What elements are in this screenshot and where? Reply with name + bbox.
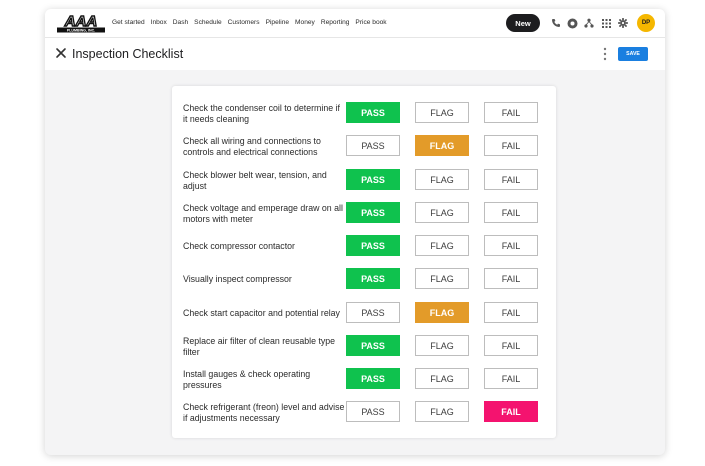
checklist-row: Check compressor contactor PASS FLAG FAIL [172, 230, 556, 263]
pass-button[interactable]: PASS [346, 102, 400, 123]
nav-item-price-book[interactable]: Price book [355, 19, 386, 26]
checklist-card: Check the condenser coil to determine if… [172, 86, 556, 438]
close-icon[interactable] [55, 47, 67, 59]
checklist-row: Check the condenser coil to determine if… [172, 97, 556, 130]
logo-text: AAA [64, 13, 98, 30]
checklist-item-text: Install gauges & check operating pressur… [183, 368, 311, 391]
checklist-row: Replace air filter of clean reusable typ… [172, 330, 556, 363]
checklist-row: Install gauges & check operating pressur… [172, 363, 556, 396]
pass-button[interactable]: PASS [346, 135, 400, 156]
flag-button[interactable]: FLAG [415, 268, 469, 289]
checklist-item-text: Check compressor contactor [183, 241, 295, 252]
top-navbar: AAA PLUMBING, INC. Get started Inbox Dash S… [45, 9, 665, 38]
flag-button[interactable]: FLAG [415, 169, 469, 190]
fail-button[interactable]: FAIL [484, 135, 538, 156]
main-nav: Get started Inbox Dash Schedule Customers Pip… [112, 19, 387, 26]
checklist-item-text: Check blower belt wear, tension, and adj… [183, 169, 327, 192]
flag-button[interactable]: FLAG [415, 235, 469, 256]
checklist-item-text: Check the condenser coil to determine if… [183, 102, 340, 125]
pass-button[interactable]: PASS [346, 268, 400, 289]
pass-button[interactable]: PASS [346, 235, 400, 256]
flag-button[interactable]: FLAG [415, 368, 469, 389]
fail-button[interactable]: FAIL [484, 202, 538, 223]
pass-button[interactable]: PASS [346, 368, 400, 389]
phone-icon[interactable] [550, 17, 562, 29]
flag-button[interactable]: FLAG [415, 302, 469, 323]
fail-button[interactable]: FAIL [484, 401, 538, 422]
save-button[interactable]: SAVE [618, 47, 648, 61]
checklist-row: Check start capacitor and potential rela… [172, 297, 556, 330]
fail-button[interactable]: FAIL [484, 335, 538, 356]
checklist-item-text: Check voltage and emperage draw on all m… [183, 202, 343, 225]
nav-item-money[interactable]: Money [295, 19, 315, 26]
pass-button[interactable]: PASS [346, 335, 400, 356]
checklist-item-text: Visually inspect compressor [183, 274, 292, 285]
checklist-item-text: Check all wiring and connections to cont… [183, 135, 321, 158]
checklist-item-text: Check refrigerant (freon) level and advi… [183, 401, 345, 424]
flag-button[interactable]: FLAG [415, 102, 469, 123]
network-icon[interactable] [583, 17, 595, 29]
nav-item-dash[interactable]: Dash [173, 19, 188, 26]
fail-button[interactable]: FAIL [484, 169, 538, 190]
nav-item-inbox[interactable]: Inbox [151, 19, 167, 26]
pass-button[interactable]: PASS [346, 401, 400, 422]
checklist-row: Check refrigerant (freon) level and advi… [172, 396, 556, 429]
fail-button[interactable]: FAIL [484, 102, 538, 123]
checklist-item-text: Check start capacitor and potential rela… [183, 308, 340, 319]
nav-item-reporting[interactable]: Reporting [321, 19, 350, 26]
app-window: AAA PLUMBING, INC. Get started Inbox Dash S… [45, 9, 665, 455]
pass-button[interactable]: PASS [346, 169, 400, 190]
nav-item-customers[interactable]: Customers [228, 19, 260, 26]
checklist-row: Check voltage and emperage draw on all m… [172, 197, 556, 230]
page-title: Inspection Checklist [72, 47, 184, 61]
fail-button[interactable]: FAIL [484, 235, 538, 256]
new-button[interactable]: New [506, 14, 540, 32]
grid-icon[interactable] [600, 17, 612, 29]
fail-button[interactable]: FAIL [484, 268, 538, 289]
page-header: Inspection Checklist SAVE [45, 38, 665, 70]
checklist-row: Check all wiring and connections to cont… [172, 130, 556, 163]
nav-item-get-started[interactable]: Get started [112, 19, 145, 26]
gear-icon[interactable] [617, 17, 629, 29]
nav-item-pipeline[interactable]: Pipeline [266, 19, 289, 26]
flag-button[interactable]: FLAG [415, 135, 469, 156]
logo-subtext: PLUMBING, INC. [67, 29, 95, 33]
checklist-item-text: Replace air filter of clean reusable typ… [183, 335, 336, 358]
flag-button[interactable]: FLAG [415, 335, 469, 356]
headset-icon[interactable] [566, 17, 578, 29]
fail-button[interactable]: FAIL [484, 368, 538, 389]
nav-item-schedule[interactable]: Schedule [194, 19, 222, 26]
pass-button[interactable]: PASS [346, 302, 400, 323]
checklist-row: Check blower belt wear, tension, and adj… [172, 164, 556, 197]
company-logo[interactable]: AAA PLUMBING, INC. [53, 12, 109, 34]
user-avatar[interactable]: DP [637, 14, 655, 32]
checklist-row: Visually inspect compressor PASS FLAG FAIL [172, 263, 556, 296]
fail-button[interactable]: FAIL [484, 302, 538, 323]
pass-button[interactable]: PASS [346, 202, 400, 223]
more-options-icon[interactable] [602, 46, 608, 62]
flag-button[interactable]: FLAG [415, 202, 469, 223]
flag-button[interactable]: FLAG [415, 401, 469, 422]
